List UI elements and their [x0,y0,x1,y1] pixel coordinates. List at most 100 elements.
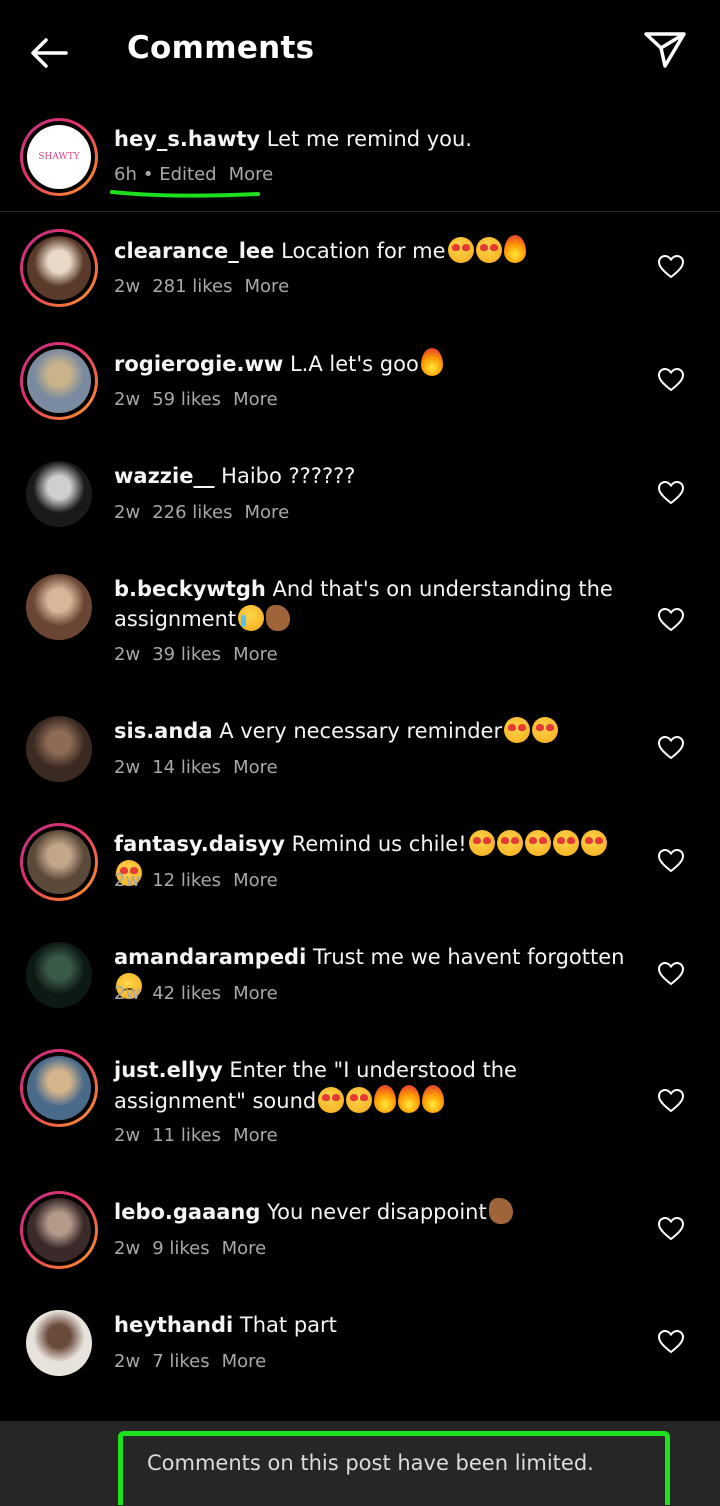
fire-emoji-icon [420,348,443,376]
avatar[interactable] [20,455,98,533]
comment-time: 2w [114,644,141,665]
cry-emoji-icon [238,605,265,631]
comment-likes[interactable]: 11 likes [152,1125,221,1146]
comment-username[interactable]: rogierogie.ww [114,352,283,376]
fire-emoji-icon [374,1085,397,1113]
send-icon[interactable] [640,24,690,74]
heart-eyes-emoji-icon [468,830,495,856]
comment-meta: 2w 12 likes More [114,870,278,891]
comment-username[interactable]: b.beckywtgh [114,577,266,601]
comment-username[interactable]: sis.anda [114,719,213,743]
like-heart-icon[interactable] [657,1329,685,1354]
heart-eyes-emoji-icon [504,717,531,743]
comment-time: 2w [114,983,141,1004]
like-heart-icon[interactable] [657,848,685,873]
heart-eyes-emoji-icon [532,717,559,743]
heart-eyes-emoji-icon [496,830,523,856]
comment-meta: 2w 226 likes More [114,502,289,523]
like-heart-icon[interactable] [657,1088,685,1113]
comment-username[interactable]: amandarampedi [114,945,306,969]
avatar[interactable] [20,568,98,646]
comment-time: 2w [114,276,141,297]
caption-body: Let me remind you. [266,127,472,151]
comment-likes[interactable]: 9 likes [152,1238,209,1259]
comment-likes[interactable]: 281 likes [152,276,232,297]
like-heart-icon[interactable] [657,254,685,279]
avatar[interactable] [20,936,98,1014]
fire-emoji-icon [398,1085,421,1113]
caption-meta: 6h • Edited More [114,164,273,185]
comment-likes[interactable]: 12 likes [152,870,221,891]
like-heart-icon[interactable] [657,961,685,986]
like-heart-icon[interactable] [657,480,685,505]
comment-username[interactable]: lebo.gaaang [114,1200,260,1224]
comment-username[interactable]: fantasy.daisyy [114,832,285,856]
comment-body: You never disappoint [267,1200,487,1224]
comment-item: clearance_lee Location for me 2w 281 likes… [0,212,720,325]
comment-meta: 2w 39 likes More [114,644,278,665]
like-heart-icon[interactable] [657,1216,685,1241]
limited-notice: Comments on this post have been limited. [147,1451,594,1475]
avatar[interactable] [20,823,98,901]
comment-item: b.beckywtgh And that's on understanding … [0,551,720,693]
comment-meta: 2w 14 likes More [114,757,278,778]
avatar-logo-text: SHAWTY [38,152,80,162]
like-heart-icon[interactable] [657,735,685,760]
comment-more-link[interactable]: More [233,870,278,891]
back-arrow-icon[interactable] [26,30,72,76]
comment-more-link[interactable]: More [233,389,278,410]
comment-likes[interactable]: 59 likes [152,389,221,410]
comment-body: Trust me we havent forgotten [312,945,625,969]
post-caption: SHAWTY hey_s.hawty Let me remind you. 6h… [0,100,720,212]
comment-username[interactable]: heythandi [114,1313,233,1337]
comment-likes[interactable]: 42 likes [152,983,221,1004]
pinch-emoji-icon [488,1198,513,1224]
comment-username[interactable]: clearance_lee [114,239,274,263]
comment-more-link[interactable]: More [245,276,290,297]
caption-username[interactable]: hey_s.hawty [114,127,260,151]
comment-username[interactable]: wazzie__ [114,464,214,488]
comment-time: 2w [114,1351,141,1372]
comment-meta: 2w 42 likes More [114,983,278,1004]
like-heart-icon[interactable] [657,607,685,632]
comment-time: 2w [114,1125,141,1146]
comment-more-link[interactable]: More [233,757,278,778]
avatar[interactable]: SHAWTY [20,118,98,196]
caption-text: hey_s.hawty Let me remind you. [114,124,634,154]
comment-likes[interactable]: 7 likes [152,1351,209,1372]
heart-eyes-emoji-icon [475,237,502,263]
avatar[interactable] [20,229,98,307]
comment-more-link[interactable]: More [233,1125,278,1146]
avatar[interactable] [20,1191,98,1269]
avatar[interactable] [20,1304,98,1382]
pinch-emoji-icon [266,605,291,631]
comment-more-link[interactable]: More [222,1351,267,1372]
comment-body: Haibo ?????? [221,464,356,488]
comment-more-link[interactable]: More [233,644,278,665]
avatar[interactable] [20,710,98,788]
comment-likes[interactable]: 39 likes [152,644,221,665]
comment-text: lebo.gaaang You never disappoint [114,1197,634,1227]
fire-emoji-icon [422,1085,445,1113]
comment-body: A very necessary reminder [219,719,503,743]
comment-text: clearance_lee Location for me [114,235,634,266]
comment-meta: 2w 7 likes More [114,1351,266,1372]
comment-text: just.ellyy Enter the "I understood the a… [114,1055,634,1116]
comment-meta: 2w 59 likes More [114,389,278,410]
comment-more-link[interactable]: More [233,983,278,1004]
caption-edited[interactable]: • Edited [143,164,217,185]
comment-likes[interactable]: 226 likes [152,502,232,523]
comment-likes[interactable]: 14 likes [152,757,221,778]
comment-item: lebo.gaaang You never disappoint 2w 9 like… [0,1174,720,1287]
like-heart-icon[interactable] [657,367,685,392]
avatar[interactable] [20,1049,98,1127]
header-bar: Comments [0,0,720,100]
avatar[interactable] [20,342,98,420]
caption-more-link[interactable]: More [229,164,274,185]
comment-time: 2w [114,870,141,891]
comment-more-link[interactable]: More [245,502,290,523]
comment-body: That part [239,1313,337,1337]
comment-meta: 2w 281 likes More [114,276,289,297]
comment-username[interactable]: just.ellyy [114,1058,223,1082]
comment-more-link[interactable]: More [222,1238,267,1259]
